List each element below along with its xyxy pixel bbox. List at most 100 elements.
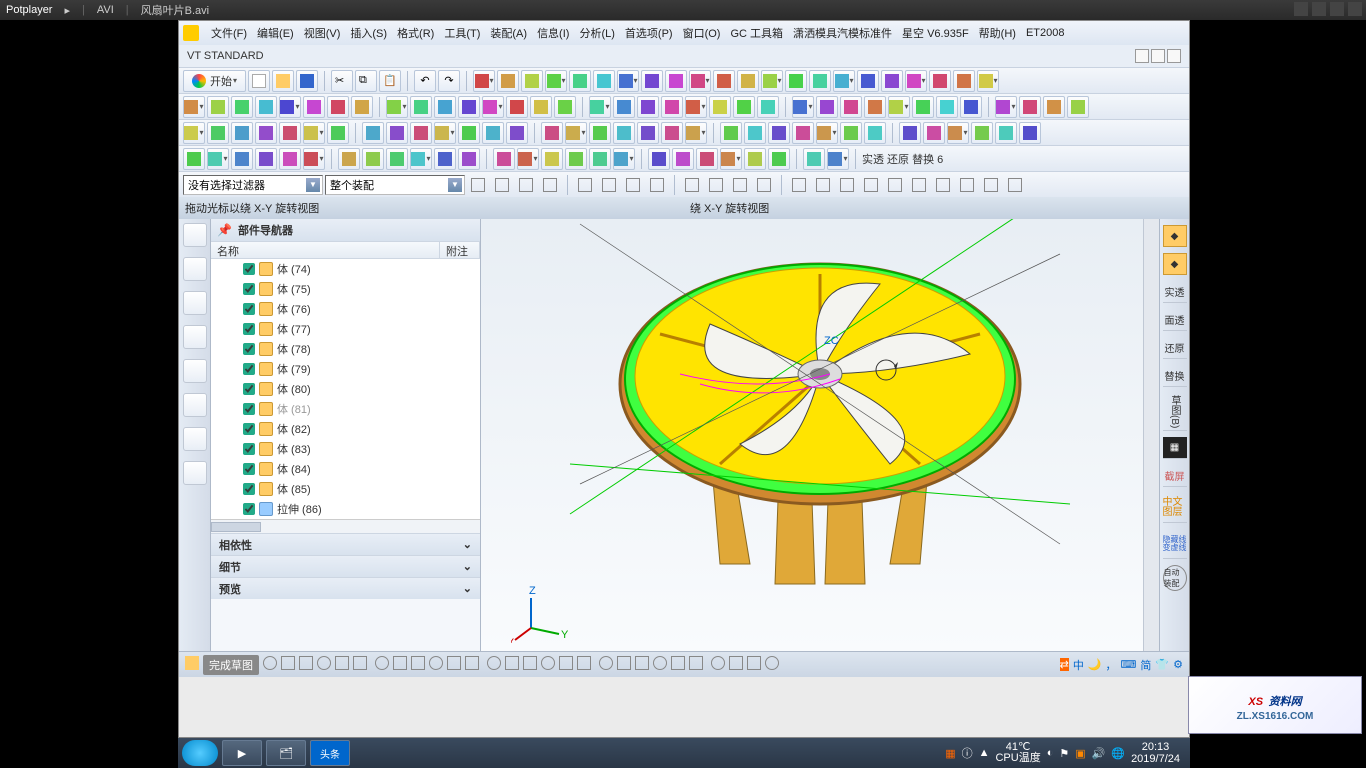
tool-btn-r4-25[interactable] <box>827 148 849 170</box>
tree-item[interactable]: 体 (74) <box>211 259 480 279</box>
tree-checkbox[interactable] <box>243 483 255 495</box>
tool-btn-r4-13[interactable] <box>517 148 539 170</box>
tool-btn-r3-11[interactable] <box>458 122 480 144</box>
tree-checkbox[interactable] <box>243 443 255 455</box>
tree-item[interactable]: 体 (78) <box>211 339 480 359</box>
tool-btn-r2-25[interactable] <box>816 96 838 118</box>
tool-btn-r4-15[interactable] <box>565 148 587 170</box>
tool-btn-r3-16[interactable] <box>589 122 611 144</box>
tool-btn-r4-24[interactable] <box>803 148 825 170</box>
keyboard-icon[interactable]: ⌨ <box>1121 658 1137 671</box>
tool-btn-r2-11[interactable] <box>458 96 480 118</box>
mdi-max-icon[interactable] <box>1151 49 1165 63</box>
tool-btn-r4-22[interactable] <box>744 148 766 170</box>
menu-info[interactable]: 信息(I) <box>533 23 573 43</box>
volume-icon[interactable]: 🔊 <box>1092 747 1106 760</box>
snap-btn-3[interactable] <box>539 174 561 196</box>
tool-btn-r4-8[interactable] <box>386 148 408 170</box>
snap-btn-0[interactable] <box>467 174 489 196</box>
snap-btn-17[interactable] <box>908 174 930 196</box>
tray-up-icon[interactable]: ▲ <box>979 747 990 759</box>
tool-btn-r2-35[interactable] <box>1067 96 1089 118</box>
shirt-icon[interactable]: 👕 <box>1155 658 1169 671</box>
snap-btn-11[interactable] <box>753 174 775 196</box>
mdi-min-icon[interactable] <box>1135 49 1149 63</box>
section-details[interactable]: 细节⌄ <box>211 555 480 577</box>
tool-btn-r3-19[interactable] <box>661 122 683 144</box>
tray-icon-2[interactable]: ⓘ <box>962 745 973 761</box>
tree-checkbox[interactable] <box>243 463 255 475</box>
tree-checkbox[interactable] <box>243 263 255 275</box>
start-button[interactable]: 开始 <box>183 70 246 92</box>
sketch-tool-6[interactable] <box>375 656 389 673</box>
tool-btn-r3-1[interactable] <box>207 122 229 144</box>
sketch-tool-3[interactable] <box>317 656 331 673</box>
comma-icon[interactable]: ， <box>1106 657 1117 673</box>
mdi-close-icon[interactable] <box>1167 49 1181 63</box>
snap-btn-14[interactable] <box>836 174 858 196</box>
tool-btn-r1-6[interactable] <box>617 70 639 92</box>
menu-mold[interactable]: 潇洒模具汽模标准件 <box>789 23 896 43</box>
sketch-tool-25[interactable] <box>729 656 743 673</box>
tool-btn-r3-14[interactable] <box>541 122 563 144</box>
menu-help[interactable]: 帮助(H) <box>975 23 1020 43</box>
dock-gear-icon[interactable] <box>183 461 207 485</box>
tool-btn-r4-10[interactable] <box>434 148 456 170</box>
tool-btn-r1-12[interactable] <box>761 70 783 92</box>
tool-btn-r1-1[interactable] <box>497 70 519 92</box>
tool-btn-r2-6[interactable] <box>327 96 349 118</box>
tool-btn-r3-17[interactable] <box>613 122 635 144</box>
tool-btn-r3-30[interactable] <box>947 122 969 144</box>
sketch-tool-1[interactable] <box>281 656 295 673</box>
sketch-tool-18[interactable] <box>599 656 613 673</box>
menu-gc[interactable]: GC 工具箱 <box>726 23 787 43</box>
tool-btn-r1-8[interactable] <box>665 70 687 92</box>
tool-btn-r3-31[interactable] <box>971 122 993 144</box>
snap-btn-12[interactable] <box>788 174 810 196</box>
sketch-tool-26[interactable] <box>747 656 761 673</box>
col-note[interactable]: 附注 <box>440 242 480 258</box>
snap-btn-4[interactable] <box>574 174 596 196</box>
sketch-tool-13[interactable] <box>505 656 519 673</box>
tool-btn-r1-9[interactable] <box>689 70 711 92</box>
sketch-tool-23[interactable] <box>689 656 703 673</box>
tool-btn-r2-26[interactable] <box>840 96 862 118</box>
tool-btn-r4-17[interactable] <box>613 148 635 170</box>
tree-item[interactable]: 体 (84) <box>211 459 480 479</box>
tool-btn-r1-14[interactable] <box>809 70 831 92</box>
tool-btn-r2-13[interactable] <box>506 96 528 118</box>
moon-icon[interactable]: 🌙 <box>1088 658 1102 671</box>
tool-btn-r1-11[interactable] <box>737 70 759 92</box>
tool-btn-r2-23[interactable] <box>757 96 779 118</box>
snap-btn-18[interactable] <box>932 174 954 196</box>
tool-btn-r1-20[interactable] <box>953 70 975 92</box>
snap-btn-5[interactable] <box>598 174 620 196</box>
task-explorer[interactable]: 🗂 <box>266 740 306 766</box>
tool-btn-r4-4[interactable] <box>279 148 301 170</box>
tool-btn-r4-1[interactable] <box>207 148 229 170</box>
new-button[interactable] <box>248 70 270 92</box>
tool-btn-r3-22[interactable] <box>744 122 766 144</box>
gear-icon[interactable]: ⚙ <box>1173 658 1183 671</box>
btn-sketch[interactable]: 草图(B) <box>1163 393 1187 431</box>
menu-tools[interactable]: 工具(T) <box>440 23 484 43</box>
tool-btn-r1-10[interactable] <box>713 70 735 92</box>
tree-checkbox[interactable] <box>243 343 255 355</box>
menu-star[interactable]: 星空 V6.935F <box>898 23 973 43</box>
sketch-tool-24[interactable] <box>711 656 725 673</box>
tree-item[interactable]: 体 (80) <box>211 379 480 399</box>
player-name[interactable]: Potplayer <box>6 4 52 16</box>
tool-btn-r2-15[interactable] <box>554 96 576 118</box>
sketch-icon[interactable] <box>185 656 199 673</box>
sketch-tool-8[interactable] <box>411 656 425 673</box>
copy-button[interactable]: ⧉ <box>355 70 377 92</box>
tool-btn-r1-3[interactable] <box>545 70 567 92</box>
tool-btn-r3-10[interactable] <box>434 122 456 144</box>
tree-checkbox[interactable] <box>243 423 255 435</box>
tray-icon-4[interactable]: ⚑ <box>1059 747 1069 760</box>
sketch-tool-16[interactable] <box>559 656 573 673</box>
tool-btn-r2-33[interactable] <box>1019 96 1041 118</box>
tool-btn-r3-32[interactable] <box>995 122 1017 144</box>
tool-btn-r3-6[interactable] <box>327 122 349 144</box>
snap-btn-6[interactable] <box>622 174 644 196</box>
